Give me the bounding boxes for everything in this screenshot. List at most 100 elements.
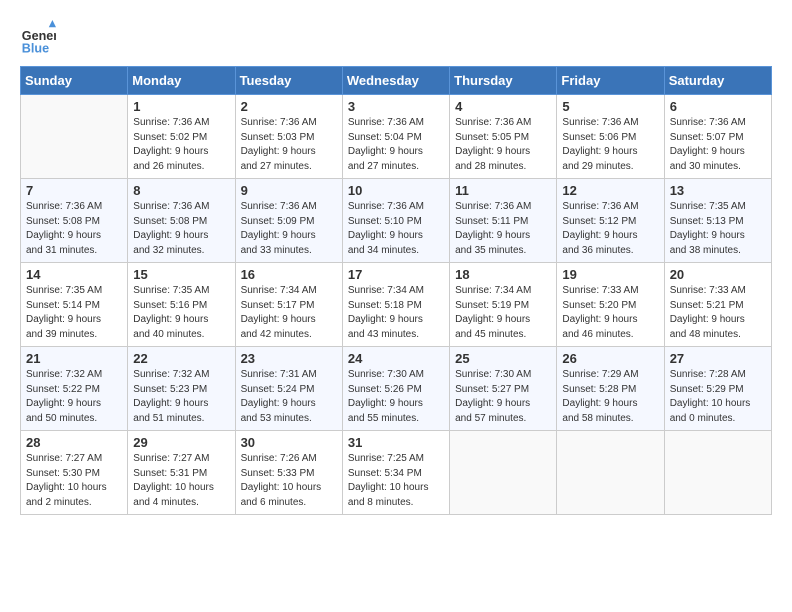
day-number: 3	[348, 99, 444, 114]
calendar-cell: 18 Sunrise: 7:34 AM Sunset: 5:19 PM Dayli…	[450, 263, 557, 347]
day-number: 21	[26, 351, 122, 366]
day-number: 6	[670, 99, 766, 114]
week-row-4: 21 Sunrise: 7:32 AM Sunset: 5:22 PM Dayli…	[21, 347, 772, 431]
day-info: Sunrise: 7:27 AM Sunset: 5:31 PM Dayligh…	[133, 452, 229, 510]
day-number: 16	[241, 267, 337, 282]
day-info: Sunrise: 7:33 AM Sunset: 5:21 PM Dayligh…	[670, 284, 766, 342]
calendar-cell: 13 Sunrise: 7:35 AM Sunset: 5:13 PM Dayli…	[664, 179, 771, 263]
calendar-cell: 25 Sunrise: 7:30 AM Sunset: 5:27 PM Dayli…	[450, 347, 557, 431]
day-info: Sunrise: 7:34 AM Sunset: 5:18 PM Dayligh…	[348, 284, 444, 342]
day-number: 31	[348, 435, 444, 450]
day-info: Sunrise: 7:36 AM Sunset: 5:03 PM Dayligh…	[241, 116, 337, 174]
page-header: General Blue	[20, 20, 772, 56]
calendar-cell: 14 Sunrise: 7:35 AM Sunset: 5:14 PM Dayli…	[21, 263, 128, 347]
calendar-cell: 6 Sunrise: 7:36 AM Sunset: 5:07 PM Daylig…	[664, 95, 771, 179]
calendar-cell: 4 Sunrise: 7:36 AM Sunset: 5:05 PM Daylig…	[450, 95, 557, 179]
day-info: Sunrise: 7:34 AM Sunset: 5:19 PM Dayligh…	[455, 284, 551, 342]
day-number: 26	[562, 351, 658, 366]
calendar-cell: 10 Sunrise: 7:36 AM Sunset: 5:10 PM Dayli…	[342, 179, 449, 263]
weekday-header-wednesday: Wednesday	[342, 67, 449, 95]
day-number: 20	[670, 267, 766, 282]
day-number: 4	[455, 99, 551, 114]
calendar-cell: 5Sunrise: 7:36 AM Sunset: 5:06 PM Daylig…	[557, 95, 664, 179]
day-number: 2	[241, 99, 337, 114]
day-info: Sunrise: 7:31 AM Sunset: 5:24 PM Dayligh…	[241, 368, 337, 426]
calendar-table: SundayMondayTuesdayWednesdayThursdayFrid…	[20, 66, 772, 515]
calendar-cell	[557, 431, 664, 515]
calendar-body: 1Sunrise: 7:36 AM Sunset: 5:02 PM Daylig…	[21, 95, 772, 515]
day-number: 12	[562, 183, 658, 198]
day-number: 13	[670, 183, 766, 198]
day-info: Sunrise: 7:33 AM Sunset: 5:20 PM Dayligh…	[562, 284, 658, 342]
calendar-cell: 27 Sunrise: 7:28 AM Sunset: 5:29 PM Dayli…	[664, 347, 771, 431]
day-number: 7	[26, 183, 122, 198]
calendar-cell: 7 Sunrise: 7:36 AM Sunset: 5:08 PM Daylig…	[21, 179, 128, 263]
day-number: 19	[562, 267, 658, 282]
calendar-cell: 3Sunrise: 7:36 AM Sunset: 5:04 PM Daylig…	[342, 95, 449, 179]
day-info: Sunrise: 7:36 AM Sunset: 5:08 PM Dayligh…	[26, 200, 122, 258]
calendar-cell: 1Sunrise: 7:36 AM Sunset: 5:02 PM Daylig…	[128, 95, 235, 179]
calendar-cell: 26 Sunrise: 7:29 AM Sunset: 5:28 PM Dayli…	[557, 347, 664, 431]
day-number: 28	[26, 435, 122, 450]
logo: General Blue	[20, 20, 60, 56]
day-info: Sunrise: 7:36 AM Sunset: 5:06 PM Dayligh…	[562, 116, 658, 174]
day-info: Sunrise: 7:36 AM Sunset: 5:11 PM Dayligh…	[455, 200, 551, 258]
calendar-cell: 11 Sunrise: 7:36 AM Sunset: 5:11 PM Dayli…	[450, 179, 557, 263]
day-number: 17	[348, 267, 444, 282]
day-info: Sunrise: 7:25 AM Sunset: 5:34 PM Dayligh…	[348, 452, 444, 510]
weekday-header-sunday: Sunday	[21, 67, 128, 95]
day-info: Sunrise: 7:36 AM Sunset: 5:10 PM Dayligh…	[348, 200, 444, 258]
day-number: 11	[455, 183, 551, 198]
day-number: 22	[133, 351, 229, 366]
calendar-cell: 28 Sunrise: 7:27 AM Sunset: 5:30 PM Dayli…	[21, 431, 128, 515]
calendar-cell: 24Sunrise: 7:30 AM Sunset: 5:26 PM Dayli…	[342, 347, 449, 431]
day-number: 23	[241, 351, 337, 366]
calendar-cell: 15Sunrise: 7:35 AM Sunset: 5:16 PM Dayli…	[128, 263, 235, 347]
day-number: 14	[26, 267, 122, 282]
day-info: Sunrise: 7:34 AM Sunset: 5:17 PM Dayligh…	[241, 284, 337, 342]
weekday-header-friday: Friday	[557, 67, 664, 95]
day-info: Sunrise: 7:36 AM Sunset: 5:08 PM Dayligh…	[133, 200, 229, 258]
weekday-header-thursday: Thursday	[450, 67, 557, 95]
day-info: Sunrise: 7:30 AM Sunset: 5:27 PM Dayligh…	[455, 368, 551, 426]
day-info: Sunrise: 7:35 AM Sunset: 5:13 PM Dayligh…	[670, 200, 766, 258]
week-row-3: 14 Sunrise: 7:35 AM Sunset: 5:14 PM Dayli…	[21, 263, 772, 347]
day-info: Sunrise: 7:32 AM Sunset: 5:22 PM Dayligh…	[26, 368, 122, 426]
day-info: Sunrise: 7:36 AM Sunset: 5:12 PM Dayligh…	[562, 200, 658, 258]
calendar-cell: 31 Sunrise: 7:25 AM Sunset: 5:34 PM Dayli…	[342, 431, 449, 515]
day-info: Sunrise: 7:35 AM Sunset: 5:16 PM Dayligh…	[133, 284, 229, 342]
day-info: Sunrise: 7:32 AM Sunset: 5:23 PM Dayligh…	[133, 368, 229, 426]
calendar-cell: 8 Sunrise: 7:36 AM Sunset: 5:08 PM Daylig…	[128, 179, 235, 263]
day-number: 18	[455, 267, 551, 282]
calendar-cell: 12 Sunrise: 7:36 AM Sunset: 5:12 PM Dayli…	[557, 179, 664, 263]
logo-icon: General Blue	[20, 20, 56, 56]
calendar-cell: 16 Sunrise: 7:34 AM Sunset: 5:17 PM Dayli…	[235, 263, 342, 347]
calendar-cell: 17 Sunrise: 7:34 AM Sunset: 5:18 PM Dayli…	[342, 263, 449, 347]
calendar-cell: 2 Sunrise: 7:36 AM Sunset: 5:03 PM Daylig…	[235, 95, 342, 179]
week-row-1: 1Sunrise: 7:36 AM Sunset: 5:02 PM Daylig…	[21, 95, 772, 179]
svg-text:Blue: Blue	[22, 41, 49, 55]
day-number: 29	[133, 435, 229, 450]
day-number: 30	[241, 435, 337, 450]
day-number: 1	[133, 99, 229, 114]
day-info: Sunrise: 7:36 AM Sunset: 5:09 PM Dayligh…	[241, 200, 337, 258]
day-info: Sunrise: 7:28 AM Sunset: 5:29 PM Dayligh…	[670, 368, 766, 426]
calendar-cell: 30 Sunrise: 7:26 AM Sunset: 5:33 PM Dayli…	[235, 431, 342, 515]
day-info: Sunrise: 7:29 AM Sunset: 5:28 PM Dayligh…	[562, 368, 658, 426]
day-info: Sunrise: 7:36 AM Sunset: 5:05 PM Dayligh…	[455, 116, 551, 174]
weekday-header-row: SundayMondayTuesdayWednesdayThursdayFrid…	[21, 67, 772, 95]
day-number: 25	[455, 351, 551, 366]
calendar-cell: 29 Sunrise: 7:27 AM Sunset: 5:31 PM Dayli…	[128, 431, 235, 515]
calendar-cell: 23 Sunrise: 7:31 AM Sunset: 5:24 PM Dayli…	[235, 347, 342, 431]
day-number: 10	[348, 183, 444, 198]
calendar-cell: 21 Sunrise: 7:32 AM Sunset: 5:22 PM Dayli…	[21, 347, 128, 431]
day-number: 27	[670, 351, 766, 366]
calendar-cell: 9 Sunrise: 7:36 AM Sunset: 5:09 PM Daylig…	[235, 179, 342, 263]
day-info: Sunrise: 7:26 AM Sunset: 5:33 PM Dayligh…	[241, 452, 337, 510]
day-number: 8	[133, 183, 229, 198]
day-number: 9	[241, 183, 337, 198]
day-info: Sunrise: 7:36 AM Sunset: 5:07 PM Dayligh…	[670, 116, 766, 174]
week-row-2: 7 Sunrise: 7:36 AM Sunset: 5:08 PM Daylig…	[21, 179, 772, 263]
day-info: Sunrise: 7:27 AM Sunset: 5:30 PM Dayligh…	[26, 452, 122, 510]
day-info: Sunrise: 7:35 AM Sunset: 5:14 PM Dayligh…	[26, 284, 122, 342]
